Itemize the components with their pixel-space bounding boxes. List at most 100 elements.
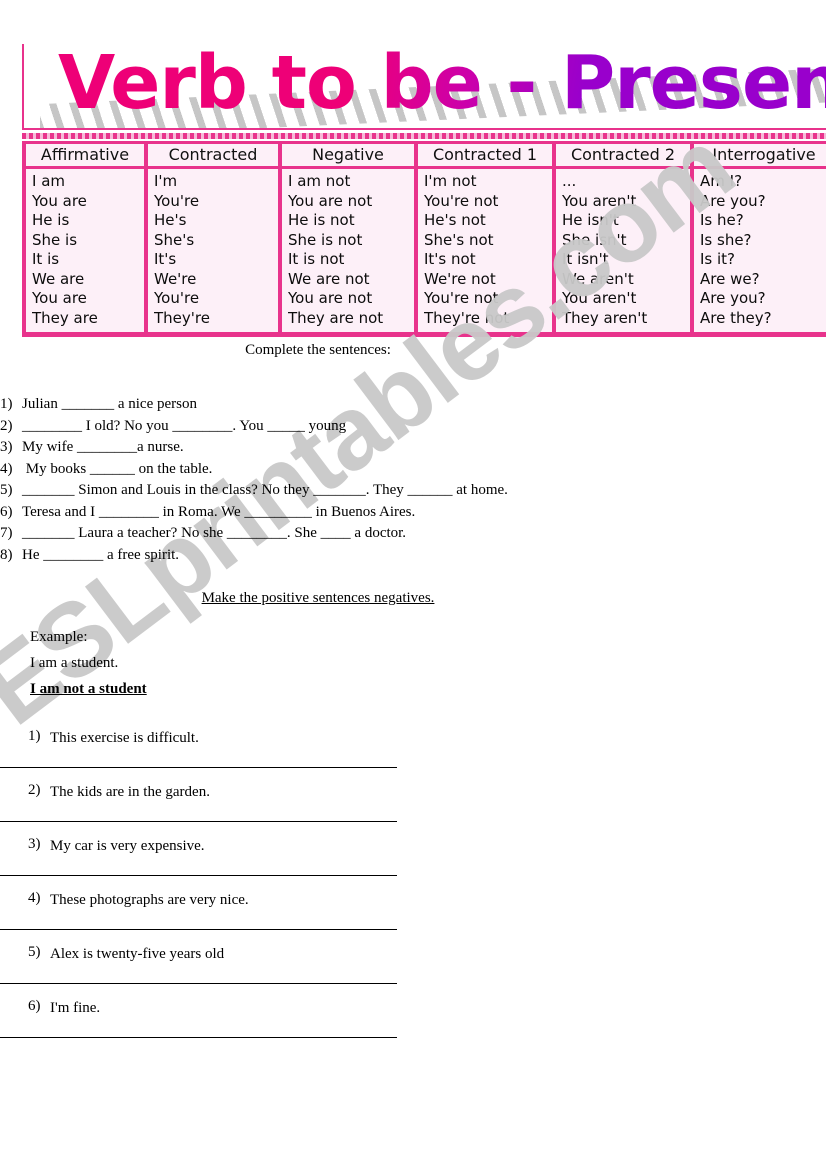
- form-item: ...: [562, 172, 577, 190]
- item-text: ________ I old? No you ________. You ___…: [22, 417, 347, 434]
- column-header-contracted: Contracted: [144, 141, 282, 169]
- answer-line[interactable]: [0, 821, 397, 822]
- item-number: 4): [0, 460, 13, 477]
- exercise2-instruction-wrapper: Make the positive sentences negatives.: [0, 588, 826, 608]
- item-text: Julian _______ a nice person: [22, 396, 197, 412]
- column-cell-interrogative: Am I? Are you? Is he? Is she? Is it? Are…: [690, 167, 826, 337]
- item-number: 3): [0, 439, 13, 455]
- list-item: 8) He ________ a free spirit.: [0, 545, 826, 567]
- example-label: Example:: [30, 629, 88, 645]
- form-item: Is it?: [700, 250, 736, 268]
- item-number: 2): [0, 417, 13, 434]
- form-item: He is: [32, 211, 70, 229]
- exercise2-instruction: Make the positive sentences negatives.: [201, 590, 435, 606]
- form-list-interrogative: Am I? Are you? Is he? Is she? Is it? Are…: [700, 172, 826, 328]
- form-item: Is she?: [700, 230, 752, 249]
- form-item: You're not: [424, 191, 499, 210]
- form-item: She is: [32, 230, 78, 249]
- worksheet-body: Complete the sentences: 1) Julian _______…: [0, 340, 826, 1052]
- table-header-row: Affirmative Contracted Negative Contract…: [22, 141, 826, 169]
- example-positive-sentence: I am a student.: [30, 655, 119, 671]
- item-number: 7): [0, 525, 13, 541]
- form-item: They are: [32, 308, 98, 327]
- item-number: 3): [28, 836, 41, 852]
- answer-line[interactable]: [0, 929, 397, 930]
- item-number: 6): [28, 998, 41, 1014]
- list-item: 4) My books ______ on the table.: [0, 459, 826, 481]
- form-item: It is: [32, 250, 60, 268]
- form-item: She isn't: [562, 230, 627, 249]
- answer-line[interactable]: [0, 983, 397, 984]
- form-item: They aren't: [562, 308, 648, 327]
- form-item: We aren't: [562, 269, 634, 288]
- column-cell-negative: I am not You are not He is not She is no…: [278, 167, 418, 337]
- list-item: 7) _______ Laura a teacher? No she ______…: [0, 523, 826, 545]
- item-text: He ________ a free spirit.: [22, 546, 180, 563]
- form-item: Are they?: [700, 308, 772, 327]
- form-item: I am not: [288, 172, 351, 190]
- exercise2-list: 1) This exercise is difficult. 2) The ki…: [0, 728, 826, 1052]
- item-number: 8): [0, 546, 13, 563]
- list-item: 2) The kids are in the garden.: [0, 782, 826, 836]
- item-number: 6): [0, 503, 13, 520]
- form-item: Is he?: [700, 211, 744, 229]
- form-item: You are: [32, 289, 87, 307]
- form-item: I'm: [154, 172, 178, 190]
- item-text: Alex is twenty-five years old: [50, 946, 225, 962]
- column-header-contracted-2: Contracted 2: [552, 141, 694, 169]
- column-header-negative: Negative: [278, 141, 418, 169]
- form-list-affirmative: I am You are He is She is It is We are Y…: [32, 172, 144, 328]
- form-item: You aren't: [562, 289, 637, 307]
- exercise1-list: 1) Julian _______ a nice person 2) _______…: [0, 394, 826, 566]
- form-item: She's: [154, 230, 195, 249]
- form-item: He's not: [424, 211, 486, 229]
- column-header-affirmative: Affirmative: [22, 141, 148, 169]
- item-text: These photographs are very nice.: [50, 892, 249, 908]
- answer-line[interactable]: [0, 875, 397, 876]
- form-item: He is not: [288, 211, 355, 229]
- item-text: Teresa and I ________ in Roma. We ______…: [22, 503, 416, 520]
- column-cell-contracted-2: ... You aren't He isn't She isn't It isn…: [552, 167, 694, 337]
- form-item: He isn't: [562, 211, 619, 229]
- form-item: It is not: [288, 250, 345, 268]
- form-item: They're not: [424, 308, 510, 327]
- exercise1-instruction: Complete the sentences:: [245, 342, 391, 358]
- item-number: 5): [0, 482, 13, 498]
- dotted-divider: [22, 133, 826, 139]
- form-item: You're not: [424, 289, 499, 307]
- answer-line[interactable]: [0, 767, 397, 768]
- example-negative-sentence: I am not a student: [30, 681, 147, 697]
- form-list-contracted: I'm You're He's She's It's We're You're …: [154, 172, 278, 328]
- column-header-contracted-1: Contracted 1: [414, 141, 556, 169]
- list-item: 6) I'm fine.: [0, 998, 826, 1052]
- list-item: 5) Alex is twenty-five years old: [0, 944, 826, 998]
- list-item: 6) Teresa and I ________ in Roma. We ____…: [0, 502, 826, 524]
- list-item: 3) My wife ________a nurse.: [0, 437, 826, 459]
- column-cell-affirmative: I am You are He is She is It is We are Y…: [22, 167, 148, 337]
- answer-line[interactable]: [0, 1037, 397, 1038]
- item-text: I'm fine.: [50, 1000, 101, 1016]
- form-item: You're: [154, 289, 200, 307]
- form-item: We are not: [288, 269, 370, 288]
- verb-conjugation-table: Affirmative Contracted Negative Contract…: [22, 141, 826, 337]
- item-number: 1): [28, 728, 41, 744]
- list-item: 1) This exercise is difficult.: [0, 728, 826, 782]
- form-item: It isn't: [562, 250, 609, 268]
- form-item: Are we?: [700, 269, 760, 288]
- item-number: 1): [0, 396, 13, 412]
- list-item: 2) ________ I old? No you ________. You _…: [0, 416, 826, 438]
- form-list-negative: I am not You are not He is not She is no…: [288, 172, 414, 328]
- form-item: It's: [154, 250, 177, 268]
- item-text: _______ Simon and Louis in the class? No…: [22, 482, 508, 498]
- form-item: She's not: [424, 230, 494, 249]
- form-list-contracted-1: I'm not You're not He's not She's not It…: [424, 172, 552, 328]
- form-item: You are: [32, 191, 87, 210]
- form-item: We're not: [424, 269, 496, 288]
- form-item: Are you?: [700, 289, 766, 307]
- table-body-row: I am You are He is She is It is We are Y…: [22, 167, 826, 337]
- column-header-interrogative: Interrogative: [690, 141, 826, 169]
- item-text: My car is very expensive.: [50, 838, 205, 854]
- form-item: She is not: [288, 230, 363, 249]
- form-item: I am: [32, 172, 65, 190]
- form-item: Am I?: [700, 172, 743, 190]
